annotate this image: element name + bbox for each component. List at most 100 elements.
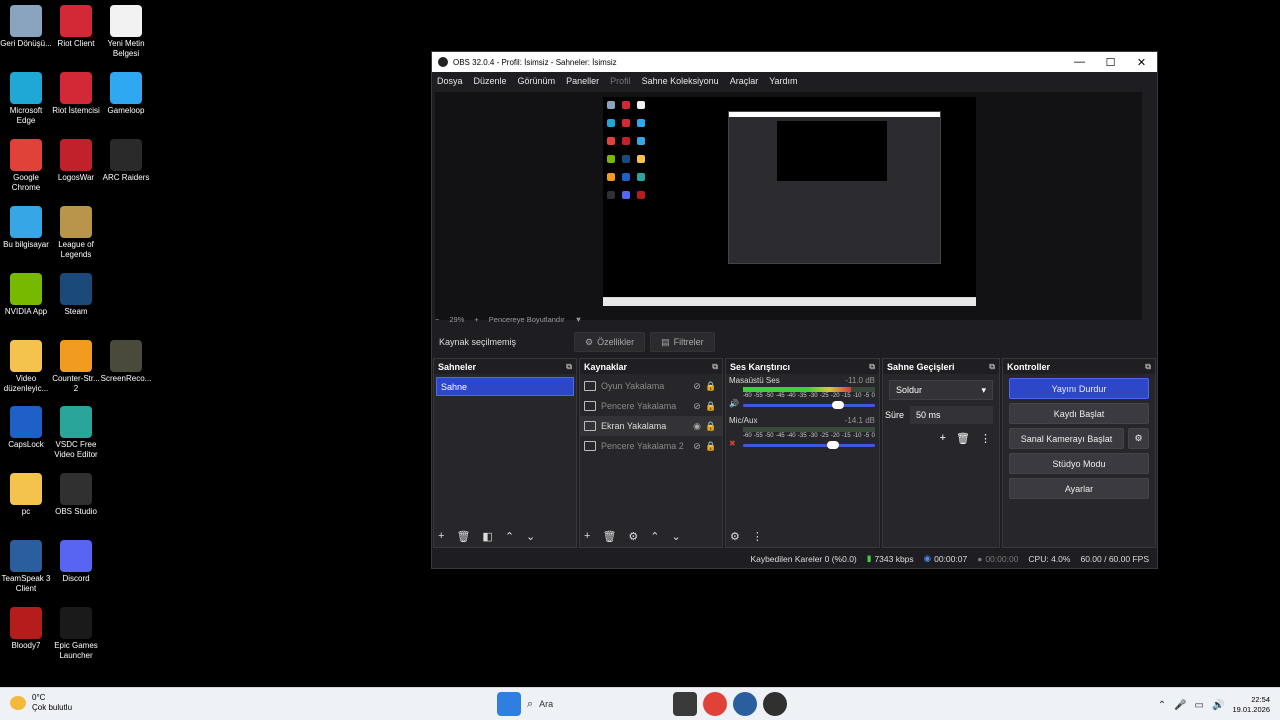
menu-item[interactable]: Görünüm <box>518 76 556 86</box>
desktop-icon[interactable]: Epic Games Launcher <box>50 607 102 661</box>
desktop-icon[interactable]: Geri Dönüşü... <box>0 5 52 49</box>
desktop-icon[interactable]: Video düzenleyic... <box>0 340 52 394</box>
add-icon[interactable]: + <box>584 530 590 542</box>
desktop-icon[interactable]: LogosWar <box>50 139 102 183</box>
search-box[interactable]: ⌕ Ara <box>527 692 667 716</box>
desktop-icon[interactable]: ScreenReco... <box>100 340 152 384</box>
zoom-out-button[interactable]: − <box>435 315 439 324</box>
filters-button[interactable]: ▤ Filtreler <box>650 332 715 352</box>
desktop-icon[interactable]: Bloody7 <box>0 607 52 651</box>
source-item[interactable]: Oyun Yakalama ⊘ 🔒 <box>580 376 722 396</box>
filter-icon[interactable]: ◧ <box>482 530 492 543</box>
menu-item[interactable]: Yardım <box>769 76 797 86</box>
trash-icon[interactable]: 🗑 <box>602 530 616 543</box>
slider-handle[interactable] <box>832 401 845 409</box>
dock-menu-icon[interactable]: ⧉ <box>1145 362 1151 372</box>
teamspeak-icon[interactable] <box>733 692 757 716</box>
more-options-icon[interactable]: ⋮ <box>752 530 763 543</box>
properties-button[interactable]: ⚙ Özellikler <box>574 332 646 352</box>
gear-icon[interactable]: ⚙ <box>1128 428 1149 449</box>
eye-hidden-icon[interactable]: ⊘ <box>690 381 704 392</box>
menu-item[interactable]: Sahne Koleksiyonu <box>642 76 719 86</box>
task-view-icon[interactable] <box>673 692 697 716</box>
desktop-icon[interactable]: pc <box>0 473 52 517</box>
duration-input[interactable]: 50 ms <box>910 406 993 424</box>
trash-icon[interactable]: 🗑 <box>456 530 470 543</box>
menu-item[interactable]: Düzenle <box>474 76 507 86</box>
zoom-in-button[interactable]: + <box>474 315 478 324</box>
close-button[interactable]: ✕ <box>1126 56 1157 69</box>
chrome-icon[interactable] <box>703 692 727 716</box>
trash-icon[interactable]: 🗑 <box>956 432 970 445</box>
maximize-button[interactable]: ☐ <box>1095 56 1126 69</box>
source-item[interactable]: Ekran Yakalama ◉ 🔒 <box>580 416 722 436</box>
dock-menu-icon[interactable]: ⧉ <box>869 362 875 372</box>
source-item[interactable]: Pencere Yakalama ⊘ 🔒 <box>580 396 722 416</box>
dock-menu-icon[interactable]: ⧉ <box>712 362 718 372</box>
lock-icon[interactable]: 🔒 <box>704 421 718 432</box>
move-down-icon[interactable]: ⌄ <box>526 530 535 543</box>
settings-button[interactable]: Ayarlar <box>1009 478 1149 499</box>
desktop-icon[interactable]: VSDC Free Video Editor <box>50 406 102 460</box>
desktop-icon[interactable]: Riot Client <box>50 5 102 49</box>
transition-select[interactable]: Soldur ▾ <box>889 380 993 400</box>
muted-icon[interactable]: ✖ <box>729 439 743 448</box>
speaker-icon[interactable]: 🔊 <box>729 399 743 408</box>
desktop-icon[interactable]: League of Legends <box>50 206 102 260</box>
move-up-icon[interactable]: ⌃ <box>505 530 514 543</box>
volume-slider[interactable] <box>743 441 875 449</box>
volume-slider[interactable] <box>743 401 875 409</box>
minimize-button[interactable]: — <box>1064 56 1095 68</box>
chevron-up-icon[interactable]: ⌃ <box>1158 700 1166 711</box>
move-up-icon[interactable]: ⌃ <box>650 530 659 543</box>
desktop-icon[interactable]: Riot İstemcisi <box>50 72 102 116</box>
studio-mode-button[interactable]: Stüdyo Modu <box>1009 453 1149 474</box>
scene-item[interactable]: Sahne <box>436 377 574 396</box>
start-recording-button[interactable]: Kaydı Başlat <box>1009 403 1149 424</box>
chevron-down-icon[interactable]: ▼ <box>575 315 582 324</box>
desktop-icon[interactable]: Counter-Str... 2 <box>50 340 102 394</box>
lock-icon[interactable]: 🔒 <box>704 381 718 392</box>
advanced-audio-icon[interactable]: ⚙ <box>730 530 740 543</box>
volume-icon[interactable]: 🔊 <box>1212 700 1224 711</box>
zoom-mode[interactable]: Pencereye Boyutlandır <box>489 315 565 324</box>
menu-item[interactable]: Paneller <box>566 76 599 86</box>
title-bar[interactable]: OBS 32.0.4 - Profil: İsimsiz - Sahneler:… <box>432 52 1157 72</box>
desktop-icon[interactable]: TeamSpeak 3 Client <box>0 540 52 594</box>
dock-menu-icon[interactable]: ⧉ <box>989 362 995 372</box>
eye-hidden-icon[interactable]: ⊘ <box>690 441 704 452</box>
add-icon[interactable]: + <box>438 530 444 542</box>
start-virtual-camera-button[interactable]: Sanal Kamerayı Başlat <box>1009 428 1124 449</box>
source-item[interactable]: Pencere Yakalama 2 ⊘ 🔒 <box>580 436 722 456</box>
desktop-icon[interactable]: Bu bilgisayar <box>0 206 52 250</box>
weather-widget[interactable]: 0°C Çok bulutlu <box>10 693 72 713</box>
dock-menu-icon[interactable]: ⧉ <box>566 362 572 372</box>
menu-item[interactable]: Dosya <box>437 76 463 86</box>
eye-hidden-icon[interactable]: ⊘ <box>690 401 704 412</box>
desktop-icon[interactable]: Yeni Metin Belgesi <box>100 5 152 59</box>
menu-item[interactable]: Araçlar <box>730 76 759 86</box>
eye-icon[interactable]: ◉ <box>690 421 704 432</box>
menu-item[interactable]: Profil <box>610 76 631 86</box>
gear-icon[interactable]: ⚙ <box>628 530 638 543</box>
microphone-icon[interactable]: 🎤 <box>1174 700 1186 711</box>
desktop-icon[interactable]: NVIDIA App <box>0 273 52 317</box>
preview-area[interactable] <box>435 92 1142 320</box>
obs-icon[interactable] <box>763 692 787 716</box>
network-icon[interactable]: ▭ <box>1195 700 1204 711</box>
slider-handle[interactable] <box>826 441 839 449</box>
desktop-icon[interactable]: ARC Raiders <box>100 139 152 183</box>
desktop-icon[interactable]: Google Chrome <box>0 139 52 193</box>
more-options-icon[interactable]: ⋮ <box>980 432 991 445</box>
desktop-icon[interactable]: Steam <box>50 273 102 317</box>
lock-icon[interactable]: 🔒 <box>704 401 718 412</box>
move-down-icon[interactable]: ⌄ <box>672 530 681 543</box>
desktop-icon[interactable]: Microsoft Edge <box>0 72 52 126</box>
desktop-icon[interactable]: Discord <box>50 540 102 584</box>
windows-start-icon[interactable] <box>497 692 521 716</box>
add-icon[interactable]: + <box>940 432 946 445</box>
desktop-icon[interactable]: Gameloop <box>100 72 152 116</box>
lock-icon[interactable]: 🔒 <box>704 441 718 452</box>
stop-streaming-button[interactable]: Yayını Durdur <box>1009 378 1149 399</box>
desktop-icon[interactable]: CapsLock <box>0 406 52 450</box>
